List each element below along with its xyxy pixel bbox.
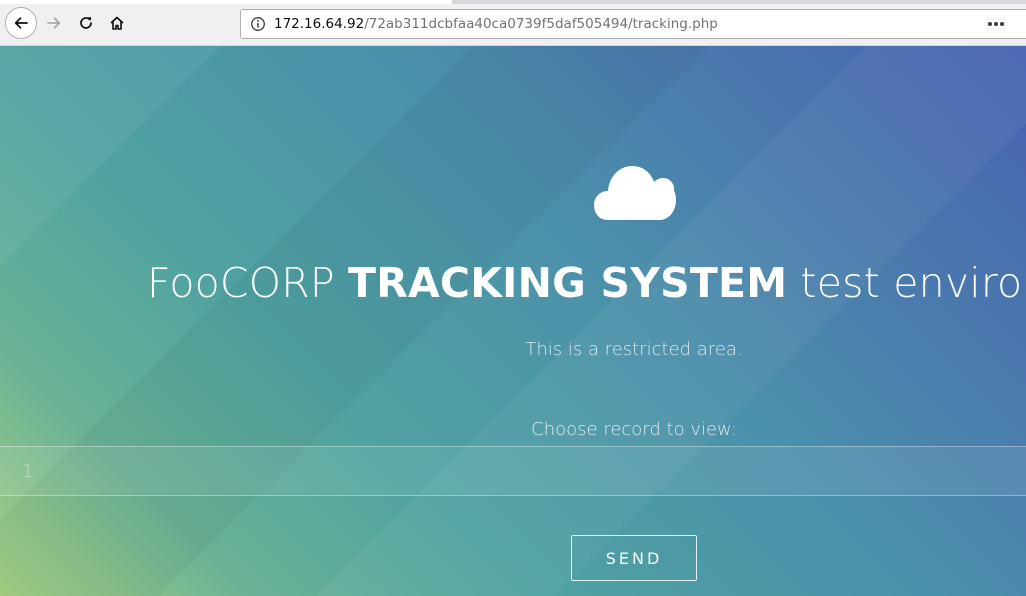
active-tab-edge <box>0 0 452 4</box>
more-dots-icon <box>988 22 1004 26</box>
home-button[interactable] <box>102 8 132 38</box>
tab-strip <box>452 0 1026 4</box>
title-suffix: test environment <box>800 259 1026 307</box>
restricted-notice: This is a restricted area. <box>525 339 743 360</box>
url-host: 172.16.64.92 <box>274 16 365 32</box>
record-input[interactable] <box>0 446 1026 496</box>
info-icon[interactable] <box>250 16 266 32</box>
browser-toolbar: 172.16.64.92/72ab311dcbfaa40ca0739f5daf5… <box>0 0 1026 46</box>
send-button[interactable]: SEND <box>571 535 697 581</box>
record-label: Choose record to view: <box>531 419 737 440</box>
home-icon <box>110 16 124 30</box>
title-prefix: FooCORP <box>147 259 349 307</box>
page-title: FooCORP TRACKING SYSTEM test environment <box>147 259 1026 307</box>
forward-button[interactable] <box>39 8 69 38</box>
reload-button[interactable] <box>71 8 101 38</box>
page-actions-button[interactable] <box>983 15 1009 33</box>
url-text[interactable]: 172.16.64.92/72ab311dcbfaa40ca0739f5daf5… <box>274 16 718 33</box>
forward-arrow-icon <box>47 17 61 29</box>
title-strong: TRACKING SYSTEM <box>348 259 788 307</box>
cloud-icon <box>594 166 676 220</box>
back-arrow-icon <box>14 17 28 29</box>
address-bar[interactable]: 172.16.64.92/72ab311dcbfaa40ca0739f5daf5… <box>240 9 1026 39</box>
reload-icon <box>80 17 92 29</box>
page-content: FooCORP TRACKING SYSTEM test environment… <box>0 46 1026 596</box>
url-path: /72ab311dcbfaa40ca0739f5daf505494/tracki… <box>364 16 718 32</box>
back-button[interactable] <box>5 7 37 39</box>
